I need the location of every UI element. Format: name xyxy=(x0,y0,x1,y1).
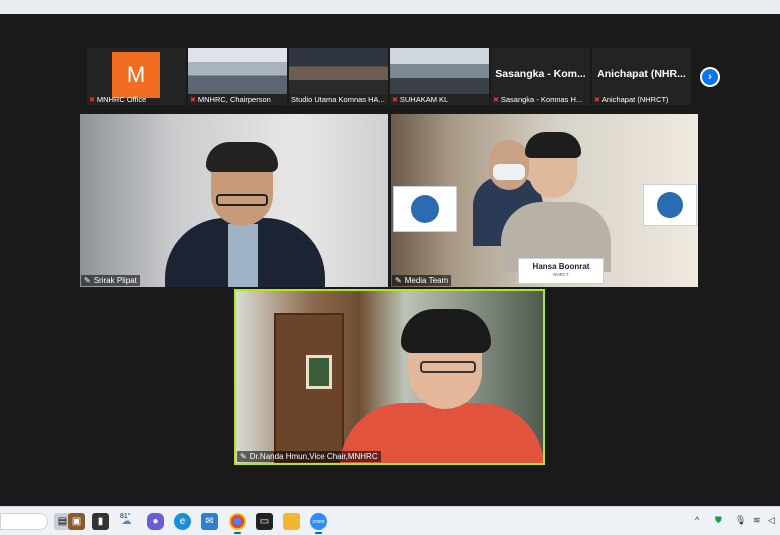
task-view-icon[interactable]: ▮ xyxy=(92,513,109,530)
briefcase-icon[interactable]: ▣ xyxy=(68,513,85,530)
mic-muted-icon: ✖ xyxy=(594,96,600,104)
participant-thumb-sasangka[interactable]: Sasangka - Kom... ✖ Sasangka - Komnas H..… xyxy=(491,48,590,105)
mic-muted-icon: ✖ xyxy=(89,96,95,104)
volume-icon[interactable]: ◁ xyxy=(768,515,775,526)
pin-icon: ✎ xyxy=(395,276,402,285)
video-feed xyxy=(390,48,489,94)
taskbar-search[interactable] xyxy=(0,513,48,530)
participant-thumb-mnhrc-office[interactable]: M ✖ MNHRC Office xyxy=(87,48,186,105)
participant-display-name: Anichapat (NHR... xyxy=(597,68,686,80)
participant-thumb-mnhrc-chairperson[interactable]: ✖ MNHRC, Chairperson xyxy=(188,48,287,105)
video-feed xyxy=(289,48,388,94)
video-tile-active-speaker[interactable]: ✎ Dr.Nanda Hmun,Vice Chair,MNHRC xyxy=(234,289,545,465)
video-feed xyxy=(188,48,287,94)
windows-taskbar: ▤ ▣ ▮ ☁ 81° ● e ✉ ▭ zoom ^ ⛊ 🎙 ≋ ◁ xyxy=(0,506,780,535)
zoom-icon[interactable]: zoom xyxy=(310,513,327,534)
mic-muted-icon: ✖ xyxy=(493,96,499,104)
participant-label: ✎ Dr.Nanda Hmun,Vice Chair,MNHRC xyxy=(237,451,381,462)
participant-thumb-anichapat[interactable]: Anichapat (NHR... ✖ Anichapat (NHRCT) xyxy=(592,48,691,105)
participant-name: Anichapat (NHRCT) xyxy=(601,95,669,104)
participant-name: SUHAKAM KL xyxy=(399,95,449,104)
participant-label: ✎ Media Team xyxy=(392,275,452,286)
flag-right xyxy=(643,184,697,226)
chrome-icon[interactable] xyxy=(229,513,246,534)
video-tile-srirak[interactable]: ✎ Srirak Plipat xyxy=(80,114,388,287)
participant-thumb-studio-utama[interactable]: Studio Utama Komnas HA... xyxy=(289,48,388,105)
terminal-icon[interactable]: ▭ xyxy=(256,513,273,530)
browser-top-bar xyxy=(0,0,780,14)
video-tile-media-team[interactable]: Hansa Boonrat NHRCT ✎ Media Team xyxy=(391,114,698,287)
participant-name: Sasangka - Komnas H... xyxy=(500,95,583,104)
mic-muted-icon: ✖ xyxy=(392,96,398,104)
mic-muted-icon: ✖ xyxy=(190,96,196,104)
chevron-right-icon: › xyxy=(702,69,718,85)
chevron-up-icon[interactable]: ^ xyxy=(695,515,699,525)
participant-name: MNHRC, Chairperson xyxy=(197,95,271,104)
seal-icon xyxy=(657,192,683,218)
filmstrip-next-button[interactable]: › xyxy=(700,67,720,87)
pin-icon: ✎ xyxy=(84,276,91,285)
pin-icon: ✎ xyxy=(240,452,247,461)
seal-icon xyxy=(411,195,439,223)
participant-display-name: Sasangka - Kom... xyxy=(495,68,586,80)
wifi-icon[interactable]: ≋ xyxy=(753,515,761,526)
temperature-label: 81° xyxy=(120,513,131,520)
shield-icon[interactable]: ⛊ xyxy=(715,515,722,526)
participant-label: ✎ Srirak Plipat xyxy=(81,275,140,286)
chat-icon[interactable]: ● xyxy=(147,513,164,530)
participant-filmstrip: M ✖ MNHRC Office ✖ MNHRC, Chairperson Stud… xyxy=(87,48,692,105)
participant-name: Studio Utama Komnas HA... xyxy=(291,95,385,104)
participant-name: MNHRC Office xyxy=(96,95,147,104)
folder-icon[interactable] xyxy=(283,513,300,530)
participant-thumb-suhakam[interactable]: ✖ SUHAKAM KL xyxy=(390,48,489,105)
flag-left xyxy=(393,186,457,232)
mail-icon[interactable]: ✉ xyxy=(201,513,218,530)
nameplate: Hansa Boonrat NHRCT xyxy=(518,258,604,284)
edge-icon[interactable]: e xyxy=(174,513,191,530)
avatar: M xyxy=(112,52,160,98)
microphone-icon[interactable]: 🎙 xyxy=(735,515,746,526)
